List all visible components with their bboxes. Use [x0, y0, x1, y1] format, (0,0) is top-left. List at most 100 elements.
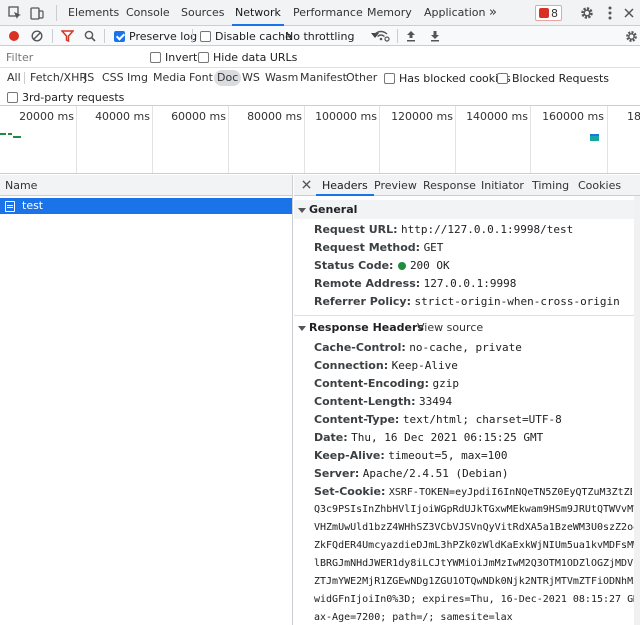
set-cookie-line: ax-Age=7200; path=/; samesite=lax	[314, 612, 513, 623]
third-party-row: 3rd-party requests	[0, 88, 640, 106]
tick-label: 140000 ms	[466, 110, 528, 123]
type-doc[interactable]: Doc	[214, 70, 242, 86]
header-row-remote-address: Remote Address: 127.0.0.1:9998	[314, 277, 517, 290]
view-source-link[interactable]: View source	[417, 318, 483, 337]
disable-cache-label: Disable cache	[215, 29, 292, 43]
set-cookie-line: ZkFQdER4UmcyazdieDJmL3hPZk0zWldKaExkWjNI…	[314, 540, 634, 551]
type-all[interactable]: All	[5, 70, 23, 86]
device-toolbar-icon[interactable]	[28, 0, 46, 26]
document-icon	[5, 200, 15, 212]
close-detail-button[interactable]	[302, 175, 311, 196]
tab-response[interactable]: Response	[423, 175, 476, 196]
clear-button[interactable]	[31, 26, 43, 46]
tabbar-separator	[56, 5, 57, 21]
header-row-server: Server: Apache/2.4.51 (Debian)	[314, 467, 509, 480]
tab-cookies[interactable]: Cookies	[578, 175, 621, 196]
tab-memory[interactable]: Memory	[367, 0, 412, 26]
record-button[interactable]	[8, 26, 20, 46]
tab-initiator[interactable]: Initiator	[481, 175, 524, 196]
table-row[interactable]: test	[0, 198, 292, 214]
type-js[interactable]: JS	[82, 70, 96, 86]
set-cookie-line: Q3c9PSIsInZhbHVlIjoiWGpRdUJkTGxwMEkwam9H…	[314, 504, 634, 515]
preserve-log-checkbox[interactable]: Preserve log	[114, 26, 197, 46]
overview-bar	[8, 133, 12, 135]
devtools-tabbar: Elements Console Sources Network Perform…	[0, 0, 640, 26]
third-party-label: 3rd-party requests	[22, 90, 125, 104]
more-tabs-button[interactable]: »	[489, 0, 497, 26]
preserve-log-label: Preserve log	[129, 29, 198, 43]
tab-headers[interactable]: Headers	[316, 175, 374, 196]
inspect-element-icon[interactable]	[6, 0, 24, 26]
filter-toggle-button[interactable]	[61, 26, 74, 46]
detail-tabbar: Headers Preview Response Initiator Timin…	[294, 175, 640, 196]
general-section-toggle[interactable]: General	[294, 200, 634, 219]
invert-check	[150, 51, 161, 63]
third-party-checkbox[interactable]: 3rd-party requests	[7, 87, 124, 107]
tab-console[interactable]: Console	[126, 0, 170, 26]
triangle-down-icon	[298, 325, 306, 331]
filter-row: Invert Hide data URLs	[0, 46, 640, 68]
tab-performance[interactable]: Performance	[293, 0, 363, 26]
error-count-badge[interactable]: 8	[535, 5, 562, 21]
tick-label: 18	[627, 110, 640, 123]
tab-elements[interactable]: Elements	[68, 0, 119, 26]
header-row-set-cookie: Set-Cookie: XSRF-TOKEN=eyJpdiI6InNQeTN5Z…	[314, 485, 632, 498]
filter-input[interactable]	[3, 49, 139, 65]
request-detail-pane: Headers Preview Response Initiator Timin…	[294, 175, 640, 625]
tab-network[interactable]: Network	[232, 0, 284, 26]
set-cookie-line: ZTJmYWE2MjR1ZGEwNDg1ZGU1OTQwNDk0Njk2NTRj…	[314, 576, 634, 587]
close-icon[interactable]	[621, 0, 637, 26]
type-wasm[interactable]: Wasm	[263, 70, 300, 86]
invert-label: Invert	[165, 50, 198, 64]
preserve-log-check	[114, 30, 125, 42]
type-ws[interactable]: WS	[240, 70, 262, 86]
import-har-button[interactable]	[406, 26, 416, 46]
type-img[interactable]: Img	[125, 70, 150, 86]
blocked-requests-checkbox[interactable]: Blocked Requests	[497, 68, 609, 88]
type-fetch-xhr[interactable]: Fetch/XHR	[28, 70, 89, 86]
type-media[interactable]: Media	[151, 70, 188, 86]
tick-label: 100000 ms	[315, 110, 377, 123]
kebab-menu-icon[interactable]	[603, 0, 617, 26]
request-list: Name test	[0, 175, 293, 625]
detail-scrollbar[interactable]	[634, 196, 640, 625]
tab-timing[interactable]: Timing	[532, 175, 569, 196]
download-icon	[431, 31, 439, 42]
header-row-cache-control: Cache-Control: no-cache, private	[314, 341, 522, 354]
network-settings-button[interactable]	[625, 26, 638, 46]
disable-cache-check	[200, 30, 211, 42]
tab-preview[interactable]: Preview	[374, 175, 417, 196]
header-row-keep-alive: Keep-Alive: timeout=5, max=100	[314, 449, 508, 462]
request-name: test	[22, 199, 44, 212]
search-button[interactable]	[84, 26, 96, 46]
hide-data-urls-checkbox[interactable]: Hide data URLs	[198, 47, 297, 67]
name-column-header[interactable]: Name	[0, 175, 292, 196]
type-font[interactable]: Font	[187, 70, 215, 86]
type-manifest[interactable]: Manifest	[298, 70, 349, 86]
export-har-button[interactable]	[430, 26, 440, 46]
header-row-content-type: Content-Type: text/html; charset=UTF-8	[314, 413, 562, 426]
tab-application[interactable]: Application	[424, 0, 485, 26]
throttling-select[interactable]: No throttling	[285, 26, 380, 46]
set-cookie-line: VHZmUwUld1bzZ4WHhSZ3VCbVJSVnQyVitRdXA5a1…	[314, 522, 634, 533]
type-css[interactable]: CSS	[100, 70, 126, 86]
third-party-check	[7, 91, 18, 103]
header-row-content-length: Content-Length: 33494	[314, 395, 453, 408]
gear-icon[interactable]	[578, 0, 596, 26]
has-blocked-cookies-checkbox[interactable]: Has blocked cookies	[384, 68, 511, 88]
network-overview[interactable]: 20000 ms 40000 ms 60000 ms 80000 ms 1000…	[0, 106, 640, 174]
tab-sources[interactable]: Sources	[181, 0, 225, 26]
overview-bar	[0, 133, 6, 135]
disable-cache-checkbox[interactable]: Disable cache	[200, 26, 292, 46]
filter-icon	[61, 30, 74, 42]
header-row-status-code: Status Code: 200 OK	[314, 259, 450, 272]
type-other[interactable]: Other	[344, 70, 379, 86]
general-section-title: General	[309, 203, 358, 216]
overview-bar	[590, 134, 599, 136]
resource-type-filter: All Fetch/XHR JS CSS Img Media Font Doc …	[0, 68, 640, 88]
tick-label: 80000 ms	[247, 110, 302, 123]
close-icon	[302, 180, 311, 189]
throttling-value: No throttling	[285, 29, 355, 43]
invert-checkbox[interactable]: Invert	[150, 47, 197, 67]
network-conditions-button[interactable]	[374, 26, 390, 46]
